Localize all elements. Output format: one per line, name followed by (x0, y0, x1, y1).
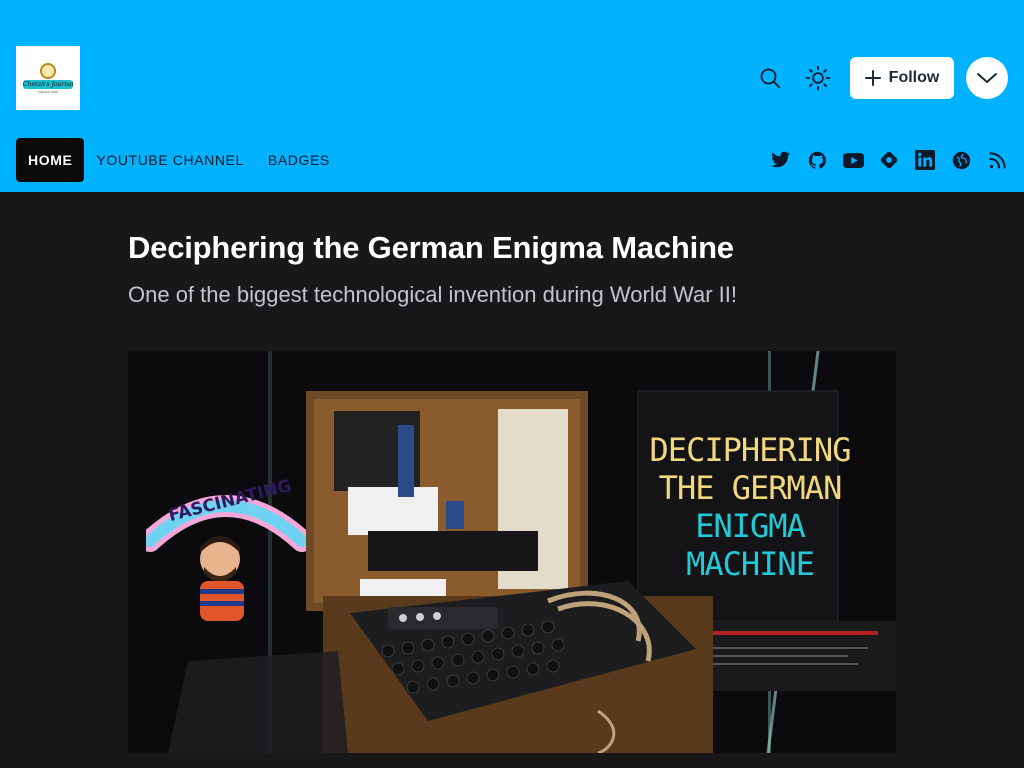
social-links (770, 147, 1008, 173)
blog-header: Chetan's Journal CHETAN HIRE Follow HOME… (0, 0, 1024, 192)
rss-icon[interactable] (986, 147, 1008, 173)
nav-item-home[interactable]: HOME (16, 138, 85, 182)
twitter-icon[interactable] (770, 147, 792, 173)
cover-line-2: THE GERMAN (658, 469, 843, 507)
hashnode-icon[interactable] (878, 147, 900, 173)
menu-dropdown-button[interactable] (966, 57, 1008, 99)
globe-icon[interactable] (950, 147, 972, 173)
github-icon[interactable] (806, 147, 828, 173)
article-title: Deciphering the German Enigma Machine (128, 230, 734, 265)
cover-line-1: DECIPHERING (649, 431, 852, 469)
blog-nav: HOME YOUTUBE CHANNEL BADGES (16, 138, 342, 182)
nav-item-badges[interactable]: BADGES (256, 138, 342, 182)
sun-icon (805, 65, 831, 91)
nav-item-youtube-channel[interactable]: YOUTUBE CHANNEL (84, 138, 255, 182)
follow-button[interactable]: Follow (850, 57, 954, 99)
cover-line-4: MACHINE (686, 545, 815, 583)
youtube-icon[interactable] (842, 147, 864, 173)
logo-avatar (40, 62, 56, 79)
search-button[interactable] (750, 58, 790, 98)
linkedin-icon[interactable] (914, 147, 936, 173)
blog-logo[interactable]: Chetan's Journal CHETAN HIRE (16, 46, 80, 110)
plus-icon (864, 70, 881, 86)
theme-toggle-button[interactable] (798, 58, 838, 98)
cover-title: DECIPHERING THE GERMAN ENIGMA MACHINE (620, 431, 880, 583)
chevron-down-icon (977, 73, 997, 83)
follow-label: Follow (888, 69, 940, 86)
cover-line-3: ENIGMA (695, 507, 806, 545)
logo-subtext: CHETAN HIRE (37, 89, 59, 94)
logo-text: Chetan's Journal (23, 79, 73, 89)
article-subtitle: One of the biggest technological inventi… (128, 282, 738, 307)
search-icon (760, 68, 780, 88)
cover-image: FASCINATING DECIPHERING THE GERMAN ENIGM… (128, 351, 896, 753)
